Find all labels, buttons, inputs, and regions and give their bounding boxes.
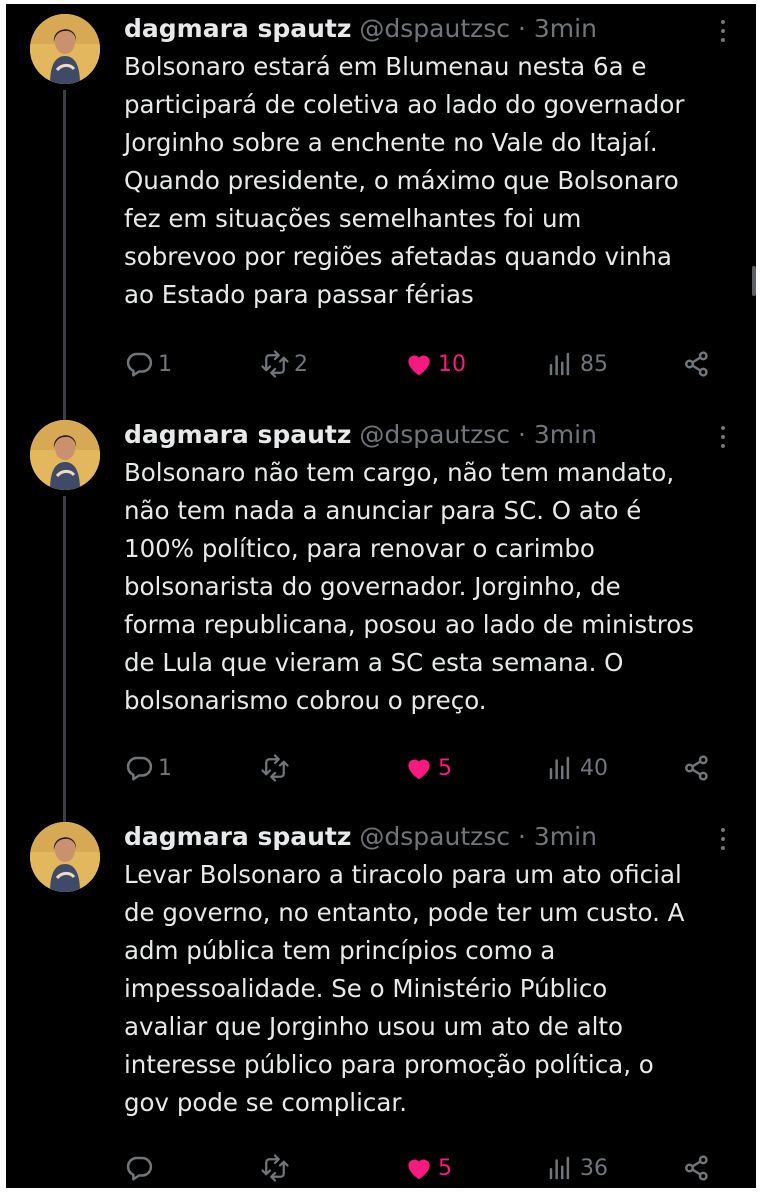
share-button[interactable] xyxy=(682,748,712,788)
tweet-text-line: de governo, no entanto, pode ter um cust… xyxy=(124,898,685,927)
reply-count: 1 xyxy=(158,755,172,781)
retweet-button[interactable] xyxy=(260,748,294,788)
tweet[interactable]: dagmara spautz @dspautzsc · 3min Bolsonar… xyxy=(6,410,756,798)
tweet-text-line: ao Estado para passar férias xyxy=(124,280,474,309)
heart-icon xyxy=(404,1153,434,1183)
tweet-text-line: gov pode se complicar. xyxy=(124,1088,407,1117)
author-name[interactable]: dagmara spautz xyxy=(124,822,351,851)
tweet-text: Bolsonaro estará em Blumenau nesta 6a e p… xyxy=(124,48,749,314)
tweet-text: Bolsonaro não tem cargo, não tem mandato… xyxy=(124,454,749,720)
tweet-text-line: interesse público para promoção política… xyxy=(124,1050,654,1079)
tweet[interactable]: dagmara spautz @dspautzsc · 3min Levar Bo… xyxy=(6,812,756,1188)
author-handle[interactable]: @dspautzsc xyxy=(359,14,510,43)
tweet-text-line: bolsonarismo cobrou o preço. xyxy=(124,686,487,715)
tweet-actions: 1 2 10 85 xyxy=(6,344,756,384)
reply-button[interactable] xyxy=(124,1148,158,1188)
more-icon[interactable] xyxy=(719,828,727,856)
share-button[interactable] xyxy=(682,344,712,384)
views-icon xyxy=(546,1153,576,1183)
separator: · xyxy=(517,822,526,851)
author-handle[interactable]: @dspautzsc xyxy=(359,420,510,449)
timestamp[interactable]: 3min xyxy=(534,420,597,449)
more-icon[interactable] xyxy=(719,426,727,454)
views-icon xyxy=(546,349,576,379)
tweet-header: dagmara spautz @dspautzsc · 3min xyxy=(124,822,597,852)
timestamp[interactable]: 3min xyxy=(534,822,597,851)
like-button[interactable]: 10 xyxy=(404,344,466,384)
tweet-text: Levar Bolsonaro a tiracolo para um ato o… xyxy=(124,856,749,1122)
tweet-text-line: impessoalidade. Se o Ministério Público xyxy=(124,974,608,1003)
heart-icon xyxy=(404,753,434,783)
tweet-text-line: de Lula que vieram a SC esta semana. O xyxy=(124,648,624,677)
tweet-actions: 1 5 40 xyxy=(6,748,756,788)
retweet-button[interactable] xyxy=(260,1148,294,1188)
tweet-text-line: fez em situações semelhantes foi um xyxy=(124,204,582,233)
views-count: 85 xyxy=(580,351,608,377)
reply-icon xyxy=(124,349,154,379)
tweet-header: dagmara spautz @dspautzsc · 3min xyxy=(124,14,597,44)
like-button[interactable]: 5 xyxy=(404,1148,452,1188)
tweet-text-line: 100% político, para renovar o carimbo xyxy=(124,534,595,563)
timestamp[interactable]: 3min xyxy=(534,14,597,43)
reply-button[interactable]: 1 xyxy=(124,344,172,384)
tweet-text-line: Quando presidente, o máximo que Bolsonar… xyxy=(124,166,679,195)
share-icon xyxy=(682,753,712,783)
reply-button[interactable]: 1 xyxy=(124,748,172,788)
views-button[interactable]: 36 xyxy=(546,1148,608,1188)
like-button[interactable]: 5 xyxy=(404,748,452,788)
reply-count: 1 xyxy=(158,351,172,377)
like-count: 5 xyxy=(438,1155,452,1181)
author-handle[interactable]: @dspautzsc xyxy=(359,822,510,851)
reply-icon xyxy=(124,753,154,783)
avatar[interactable] xyxy=(30,420,100,490)
tweet-text-line: Jorginho sobre a enchente no Vale do Ita… xyxy=(124,128,658,157)
like-count: 10 xyxy=(438,351,466,377)
tweet-header: dagmara spautz @dspautzsc · 3min xyxy=(124,420,597,450)
tweet-text-line: não tem nada a anunciar para SC. O ato é xyxy=(124,496,642,525)
tweet-text-line: bolsonarista do governador. Jorginho, de xyxy=(124,572,621,601)
author-name[interactable]: dagmara spautz xyxy=(124,14,351,43)
views-count: 36 xyxy=(580,1155,608,1181)
tweet-actions: 5 36 xyxy=(6,1148,756,1188)
separator: · xyxy=(517,14,526,43)
heart-icon xyxy=(404,349,434,379)
tweet-text-line: sobrevoo por regiões afetadas quando vin… xyxy=(124,242,672,271)
views-button[interactable]: 40 xyxy=(546,748,608,788)
tweet-text-line: Bolsonaro estará em Blumenau nesta 6a e xyxy=(124,52,647,81)
share-icon xyxy=(682,349,712,379)
share-button[interactable] xyxy=(682,1148,712,1188)
views-button[interactable]: 85 xyxy=(546,344,608,384)
separator: · xyxy=(517,420,526,449)
avatar[interactable] xyxy=(30,822,100,892)
tweet[interactable]: dagmara spautz @dspautzsc · 3min Bolsonar… xyxy=(6,4,756,394)
author-name[interactable]: dagmara spautz xyxy=(124,420,351,449)
tweet-text-line: Levar Bolsonaro a tiracolo para um ato o… xyxy=(124,860,682,889)
retweet-icon xyxy=(260,349,290,379)
views-count: 40 xyxy=(580,755,608,781)
tweet-text-line: avaliar que Jorginho usou um ato de alto xyxy=(124,1012,624,1041)
views-icon xyxy=(546,753,576,783)
retweet-icon xyxy=(260,753,290,783)
retweet-icon xyxy=(260,1153,290,1183)
more-icon[interactable] xyxy=(719,20,727,48)
retweet-button[interactable]: 2 xyxy=(260,344,308,384)
reply-icon xyxy=(124,1153,154,1183)
retweet-count: 2 xyxy=(294,351,308,377)
tweet-text-line: Bolsonaro não tem cargo, não tem mandato… xyxy=(124,458,675,487)
timeline: dagmara spautz @dspautzsc · 3min Bolsonar… xyxy=(6,4,756,1188)
avatar[interactable] xyxy=(30,14,100,84)
tweet-text-line: participará de coletiva ao lado do gover… xyxy=(124,90,685,119)
like-count: 5 xyxy=(438,755,452,781)
tweet-text-line: forma republicana, posou ao lado de mini… xyxy=(124,610,695,639)
share-icon xyxy=(682,1153,712,1183)
tweet-text-line: adm pública tem princípios como a xyxy=(124,936,556,965)
